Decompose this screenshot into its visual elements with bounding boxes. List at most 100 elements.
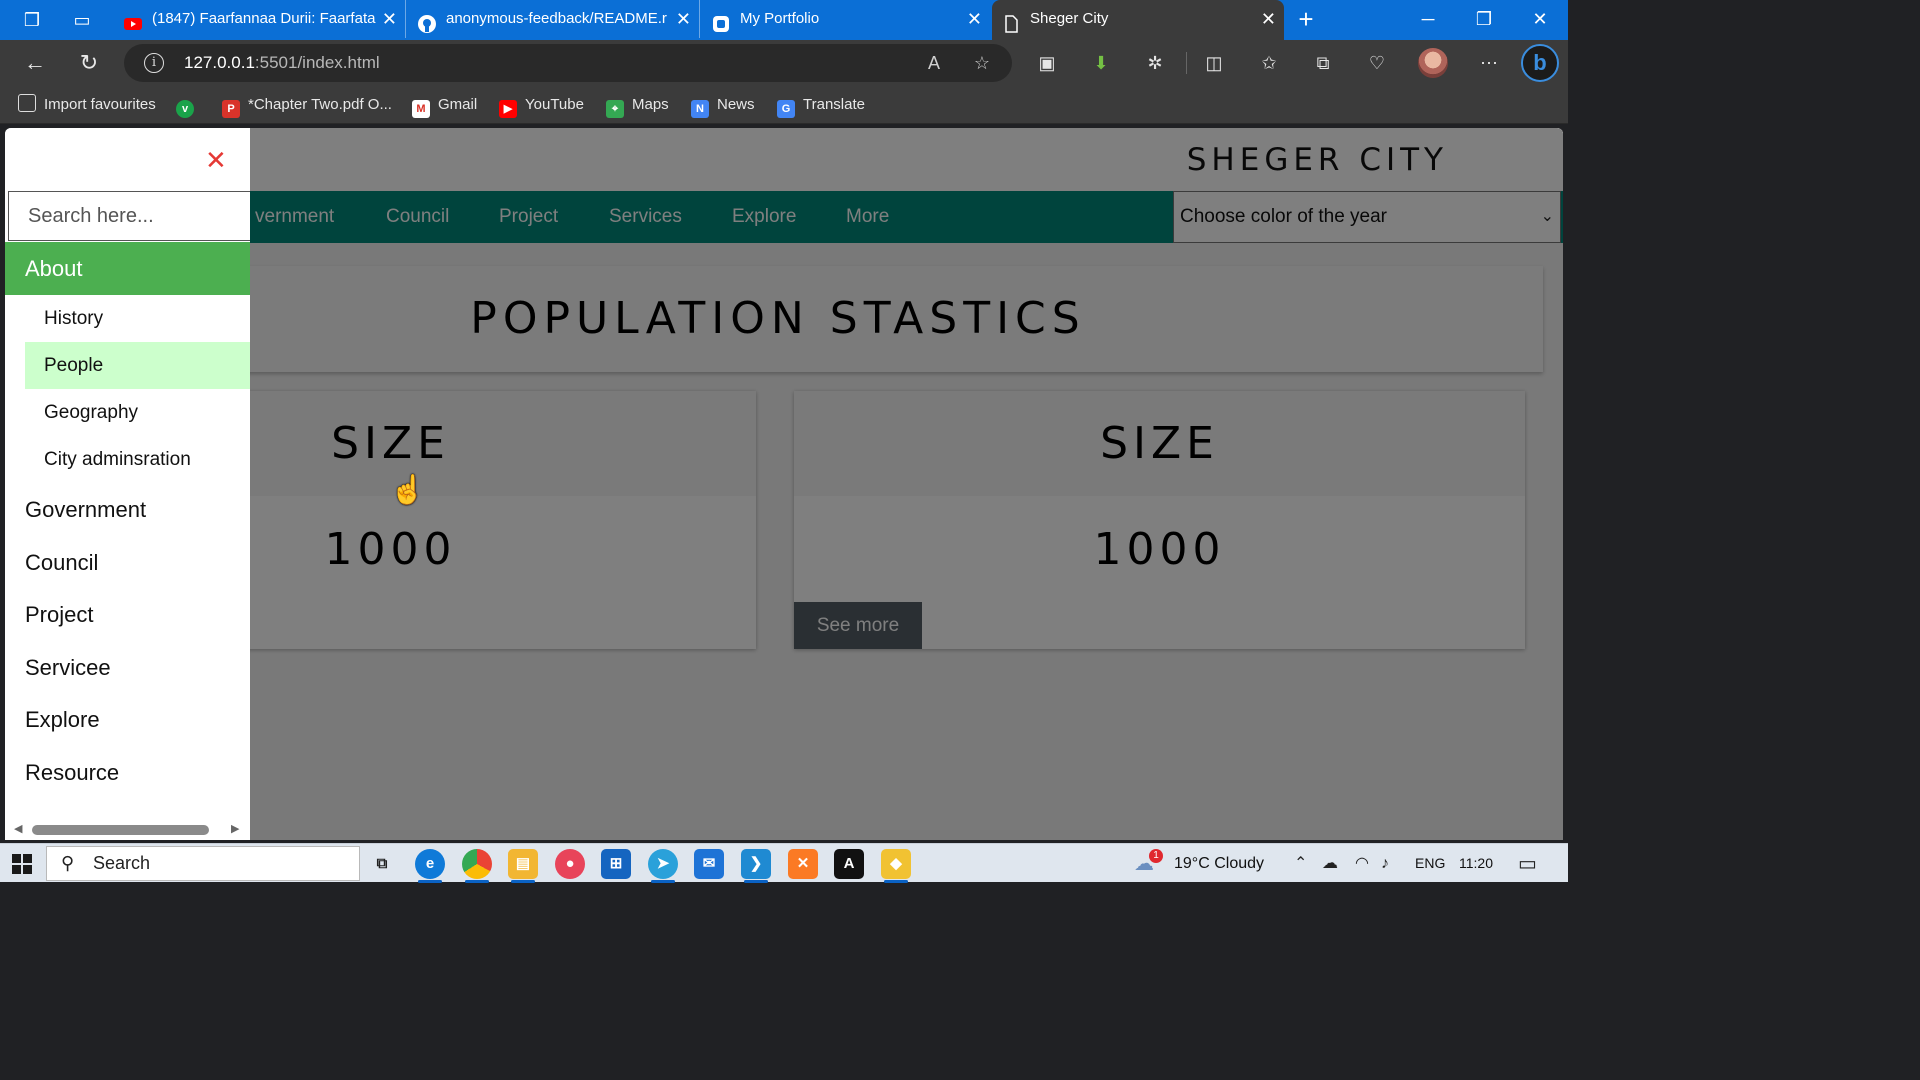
new-tab-button[interactable]: +	[1292, 4, 1320, 34]
collections-add-icon[interactable]: ⧉	[1310, 50, 1336, 76]
maps-icon: ⌖	[606, 100, 624, 118]
back-arrow-icon[interactable]: ←	[20, 49, 50, 77]
youtube-icon	[124, 10, 142, 30]
close-window-button[interactable]: ✕	[1512, 0, 1568, 38]
read-aloud-icon[interactable]: A	[922, 51, 946, 75]
bing-chat-icon[interactable]: b	[1521, 44, 1559, 82]
drawer-subitem-city-administration[interactable]: City adminsration	[25, 436, 250, 483]
wifi-icon[interactable]: ◠	[1355, 854, 1369, 874]
taskbar-search[interactable]: ⚲ Search	[46, 846, 360, 881]
search-input[interactable]: Search here...	[8, 191, 250, 241]
favourite-news[interactable]: N News	[691, 86, 755, 124]
favourite-gmail[interactable]: M Gmail	[412, 86, 477, 124]
favourite-translate[interactable]: G Translate	[777, 86, 865, 124]
close-tab-icon[interactable]: ✕	[1261, 0, 1276, 38]
tab-title: anonymous-feedback/README.r	[446, 10, 667, 27]
file-explorer-icon[interactable]: ▤	[508, 849, 538, 883]
mail-icon[interactable]: ✉	[694, 849, 724, 879]
drawer-item-government[interactable]: Government	[5, 484, 250, 536]
chrome-icon[interactable]	[462, 849, 492, 883]
side-drawer: ✕ Search here... About History People Ge…	[5, 128, 250, 840]
toolbar-divider	[1186, 52, 1187, 74]
favourite-import[interactable]: Import favourites	[18, 86, 156, 124]
chevron-up-icon[interactable]: ⌃	[1294, 854, 1307, 874]
tab-youtube[interactable]: (1847) Faarfannaa Durii: Faarfata ✕	[114, 0, 406, 38]
collections-icon[interactable]: ▣	[1034, 50, 1060, 76]
import-icon	[18, 94, 36, 112]
favourite-maps[interactable]: ⌖ Maps	[606, 86, 669, 124]
close-tab-icon[interactable]: ✕	[382, 0, 397, 38]
store-icon[interactable]: ⊞	[601, 849, 631, 879]
close-tab-icon[interactable]: ✕	[676, 0, 691, 38]
windows-taskbar: ⚲ Search ⧉ e ▤ ● ⊞ ➤ ✉ ❯ ✕ A ◆ ☁ 19°C Cl…	[0, 843, 1568, 883]
hand-cursor-icon: ☝	[390, 474, 425, 505]
address-bar[interactable]: i 127.0.0.1:5501/index.html A ☆	[124, 44, 1012, 82]
notifications-icon[interactable]: ▭	[1518, 854, 1537, 874]
drawer-item-services[interactable]: Servicee	[5, 642, 250, 694]
translate-icon: G	[777, 100, 795, 118]
weather-widget[interactable]: 19°C Cloudy	[1174, 844, 1264, 883]
pdf-icon: P	[222, 100, 240, 118]
refresh-icon[interactable]: ↻	[74, 49, 104, 77]
affinity-icon[interactable]: A	[834, 849, 864, 879]
favorites-icon[interactable]: ✩	[1256, 50, 1282, 76]
scrollbar-thumb[interactable]	[32, 825, 209, 835]
download-extension-icon[interactable]: ⬇	[1088, 50, 1114, 76]
browser-tab-strip: ❒ ▭ (1847) Faarfannaa Durii: Faarfata ✕ …	[0, 0, 1568, 40]
app-icon[interactable]: ◆	[881, 849, 911, 883]
tab-title: Sheger City	[1030, 10, 1109, 27]
site-info-icon[interactable]: i	[144, 53, 164, 73]
address-url[interactable]: 127.0.0.1:5501/index.html	[184, 44, 380, 82]
more-options-icon[interactable]: ⋯	[1476, 50, 1502, 76]
horizontal-scrollbar[interactable]: ◀ ▶	[5, 820, 250, 840]
tab-portfolio[interactable]: My Portfolio ✕	[702, 0, 990, 38]
drawer-subitem-people[interactable]: People	[25, 342, 250, 389]
vertical-tabs-icon[interactable]: ▭	[70, 8, 94, 32]
gmail-icon: M	[412, 100, 430, 118]
edge-icon[interactable]: e	[415, 849, 445, 883]
github-icon	[418, 10, 436, 33]
workspaces-icon[interactable]: ❒	[20, 8, 44, 32]
onedrive-icon[interactable]: ☁	[1322, 854, 1338, 874]
browser-essentials-icon[interactable]: ♡	[1364, 50, 1390, 76]
restore-button[interactable]: ❐	[1456, 0, 1512, 38]
extensions-icon[interactable]: ✲	[1142, 50, 1168, 76]
tab-github[interactable]: anonymous-feedback/README.r ✕	[408, 0, 700, 38]
page-viewport: SHEGER CITY vernment Council Project Ser…	[5, 128, 1563, 840]
scroll-right-icon[interactable]: ▶	[231, 822, 239, 835]
task-view-icon[interactable]: ⧉	[367, 849, 397, 879]
favourite-youtube[interactable]: ▶ YouTube	[499, 86, 584, 124]
tab-sheger-city[interactable]: Sheger City ✕	[992, 0, 1284, 40]
windows-start-icon[interactable]	[12, 854, 32, 874]
drawer-subitem-history[interactable]: History	[25, 295, 250, 342]
browser-toolbar: ← ↻ i 127.0.0.1:5501/index.html A ☆ ▣ ⬇ …	[0, 40, 1568, 86]
drawer-item-council[interactable]: Council	[5, 537, 250, 589]
drawer-item-resource[interactable]: Resource	[5, 747, 250, 799]
drawer-item-about[interactable]: About	[5, 242, 250, 295]
youtube-icon: ▶	[499, 100, 517, 118]
news-icon: N	[691, 100, 709, 118]
drawer-subitem-geography[interactable]: Geography	[25, 389, 250, 436]
xampp-icon[interactable]: ✕	[788, 849, 818, 879]
split-screen-icon[interactable]: ◫	[1201, 50, 1227, 76]
language-indicator[interactable]: ENG	[1415, 844, 1445, 883]
search-icon: ⚲	[61, 853, 75, 873]
drawer-item-explore[interactable]: Explore	[5, 694, 250, 746]
favourite-vimeo[interactable]: v	[176, 86, 202, 124]
profile-avatar[interactable]	[1418, 48, 1448, 78]
scroll-left-icon[interactable]: ◀	[14, 822, 22, 835]
close-icon[interactable]: ✕	[205, 146, 227, 174]
volume-icon[interactable]: ♪	[1381, 854, 1389, 874]
minimize-button[interactable]: ─	[1400, 0, 1456, 38]
favourite-chapter-two[interactable]: P *Chapter Two.pdf O...	[222, 86, 392, 124]
portfolio-icon	[712, 10, 730, 32]
recorder-icon[interactable]: ●	[555, 849, 585, 879]
close-tab-icon[interactable]: ✕	[967, 0, 982, 38]
vscode-icon[interactable]: ❯	[741, 849, 771, 883]
favorite-star-icon[interactable]: ☆	[970, 51, 994, 75]
tab-title: My Portfolio	[740, 10, 820, 27]
drawer-item-project[interactable]: Project	[5, 589, 250, 641]
telegram-icon[interactable]: ➤	[648, 849, 678, 883]
clock[interactable]: 11:20	[1459, 844, 1493, 883]
weather-alert-badge: 1	[1149, 849, 1163, 863]
